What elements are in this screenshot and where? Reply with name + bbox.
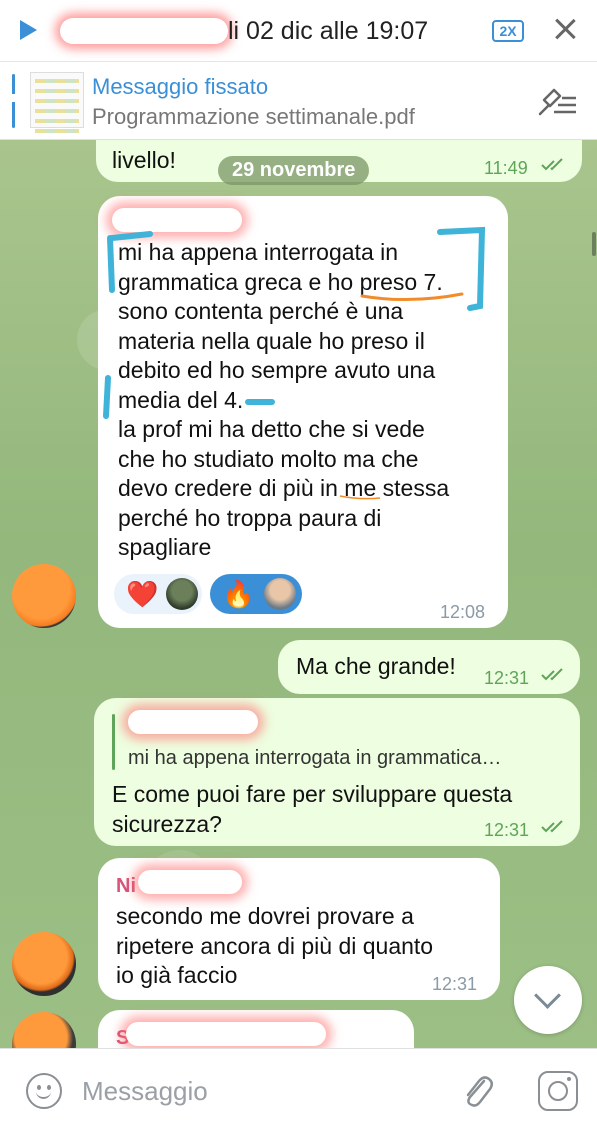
avatar[interactable] xyxy=(12,932,76,996)
reply-preview-text: mi ha appena interrogata in grammatica… xyxy=(128,747,502,769)
pinned-title: Messaggio fissato xyxy=(92,74,269,99)
avatar[interactable] xyxy=(12,1012,76,1048)
message-time: 12:31 xyxy=(432,974,478,994)
message-text: livello! xyxy=(112,147,176,173)
double-check-icon xyxy=(541,820,563,833)
redacted-sender-name xyxy=(60,18,228,44)
redacted-sender-name xyxy=(138,870,242,894)
message-time: 11:49 xyxy=(484,158,528,178)
message-composer xyxy=(0,1048,597,1130)
message-time: 12:31 xyxy=(484,668,530,688)
message-bubble-incoming[interactable]: S xyxy=(98,1010,414,1048)
message-bubble-incoming[interactable]: mi ha appena interrogata in grammatica g… xyxy=(98,196,508,628)
scroll-down-button[interactable] xyxy=(514,966,582,1034)
message-bubble-outgoing-reply[interactable]: mi ha appena interrogata in grammatica… … xyxy=(94,698,580,846)
pinned-indicator xyxy=(12,74,15,128)
scrollbar-thumb[interactable] xyxy=(592,232,596,256)
redacted-sender-name xyxy=(126,1022,326,1046)
heart-icon: ❤️ xyxy=(126,579,159,609)
message-text: secondo me dovrei provare a ripetere anc… xyxy=(116,903,434,988)
close-icon[interactable] xyxy=(550,14,580,44)
reactor-avatar-1 xyxy=(166,578,198,610)
message-bubble-outgoing[interactable]: Ma che grande! 12:31 xyxy=(278,640,580,694)
playback-speed-button[interactable]: 2X xyxy=(492,20,524,42)
emoji-icon[interactable] xyxy=(26,1073,62,1109)
message-bubble-incoming[interactable]: Ni secondo me dovrei provare a ripetere … xyxy=(98,858,500,1000)
audio-player-bar: li 02 dic alle 19:07 2X xyxy=(0,0,597,62)
message-text: Ma che grande! xyxy=(296,653,456,679)
redacted-sender-name xyxy=(112,208,242,232)
pdf-thumbnail xyxy=(30,72,84,133)
sender-name: Ni xyxy=(116,875,136,897)
message-time: 12:31 xyxy=(484,820,530,840)
pinned-filename: Programmazione settimanale.pdf xyxy=(92,104,415,129)
fire-icon: 🔥 xyxy=(222,579,255,609)
reply-quote-bar xyxy=(112,714,115,770)
player-title: li 02 dic alle 19:07 xyxy=(228,17,429,45)
chat-area[interactable]: livello! 11:49 29 novembre mi ha appena … xyxy=(0,140,597,1048)
reactor-avatar-2 xyxy=(264,578,296,610)
avatar[interactable] xyxy=(12,564,76,628)
date-separator: 29 novembre xyxy=(218,156,370,185)
double-check-icon xyxy=(541,668,563,681)
play-icon[interactable] xyxy=(20,20,37,40)
pinned-message-bar[interactable]: Messaggio fissato Programmazione settima… xyxy=(0,62,597,140)
message-text: E come puoi fare per sviluppare questa s… xyxy=(112,781,513,837)
message-time: 12:08 xyxy=(440,602,486,622)
message-input[interactable] xyxy=(82,1071,442,1111)
reaction-fire[interactable]: 🔥 xyxy=(210,574,302,614)
reaction-heart[interactable]: ❤️ xyxy=(114,574,202,614)
camera-icon[interactable] xyxy=(538,1071,578,1111)
paperclip-icon[interactable] xyxy=(460,1071,496,1111)
pinned-list-icon[interactable] xyxy=(536,86,578,118)
double-check-icon xyxy=(541,158,563,171)
redacted-reply-sender xyxy=(128,710,258,734)
message-text: mi ha appena interrogata in grammatica g… xyxy=(118,239,450,560)
